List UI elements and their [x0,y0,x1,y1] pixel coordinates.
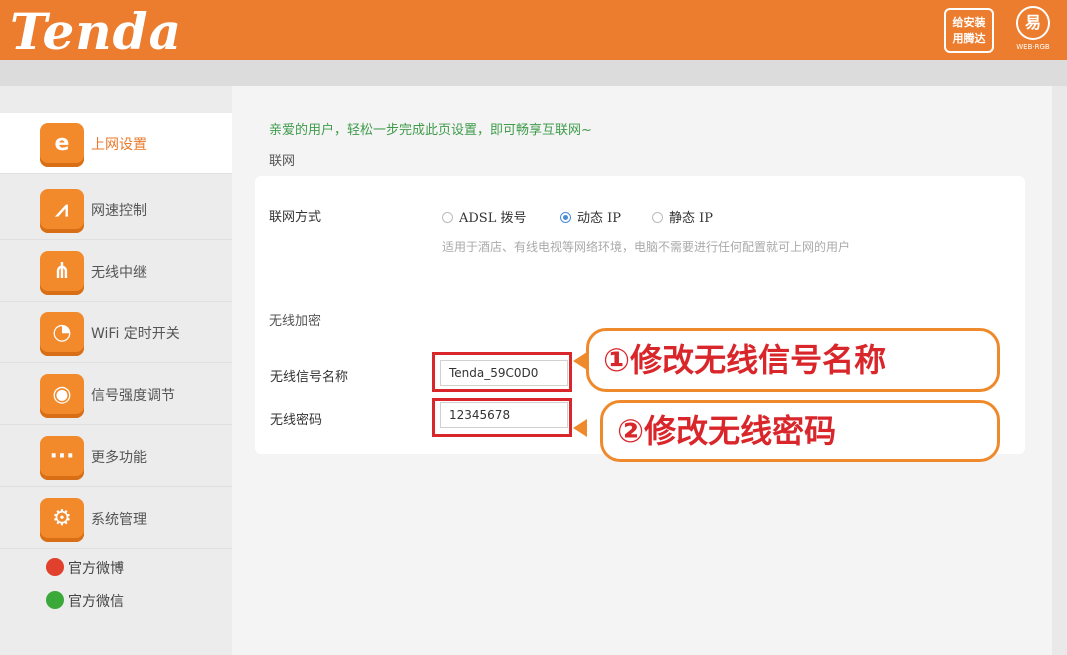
wireless-section-title: 无线加密 [269,314,322,329]
app-badge[interactable]: 给安装 用腾达 [944,8,994,53]
password-callout: ②修改无线密码 [600,400,1000,462]
sidebar-item-label: 系统管理 [91,512,147,528]
sidebar-item-wireless-repeater[interactable]: ⋔ 无线中继 [0,241,232,302]
radio-static-ip[interactable]: 静态 IP [652,207,713,226]
radio-circle [442,212,453,223]
connection-hint: 适用于酒店、有线电视等网络环境，电脑不需要进行任何配置就可上网的用户 [442,240,851,254]
app-badge-line2: 用腾达 [952,32,986,45]
tenda-logo: Tenda [10,2,182,61]
sidebar-item-label: WiFi 定时开关 [91,326,180,342]
sidebar-item-label: 网速控制 [91,203,147,219]
wechat-icon [46,591,64,609]
radio-static-ip-label: 静态 IP [669,211,714,226]
wechat-label: 官方微信 [68,594,124,610]
signal-icon: ◉ [40,374,84,418]
intro-text: 亲爱的用户，轻松一步完成此页设置，即可畅享互联网~ [269,123,592,138]
wechat-link[interactable]: 官方微信 [46,591,124,611]
radio-adsl-label: ADSL 拨号 [459,211,527,226]
sidebar-item-label: 无线中继 [91,265,147,281]
repeater-icon: ⋔ [40,251,84,295]
sidebar-item-wifi-schedule[interactable]: ◔ WiFi 定时开关 [0,302,232,363]
sidebar-item-label: 上网设置 [91,137,147,153]
top-header: Tenda 给安装 用腾达 易 WEB·RGB [0,0,1067,61]
sidebar-item-label: 更多功能 [91,450,147,466]
gear-icon: ⚙ [40,498,84,542]
radio-circle-checked [560,212,571,223]
speed-icon: ⩘ [40,189,84,233]
ssid-highlight-box [432,352,572,392]
weibo-link[interactable]: 官方微博 [46,558,124,578]
brand-mark: 易 [1016,6,1050,40]
radio-dynamic-ip-label: 动态 IP [577,211,622,226]
app-badge-line1: 给安装 [952,16,986,29]
radio-circle [652,212,663,223]
ie-icon: e [40,123,84,167]
radio-adsl[interactable]: ADSL 拨号 [442,207,526,226]
sidebar: e 上网设置 ⩘ 网速控制 ⋔ 无线中继 ◔ WiFi 定时开关 ◉ 信号强度调… [0,86,232,655]
password-highlight-box [432,398,572,437]
header-strip [0,60,1067,86]
sidebar-item-label: 信号强度调节 [91,388,175,404]
ssid-label: 无线信号名称 [270,370,349,385]
brand-badge: 易 WEB·RGB [1006,6,1060,56]
more-icon: ··· [40,436,84,480]
sidebar-item-speed-control[interactable]: ⩘ 网速控制 [0,179,232,240]
sidebar-item-signal-strength[interactable]: ◉ 信号强度调节 [0,364,232,425]
ssid-callout-tail [573,352,587,370]
sidebar-item-more-functions[interactable]: ··· 更多功能 [0,426,232,487]
password-callout-tail [573,419,587,437]
weibo-icon [46,558,64,576]
ssid-callout: ①修改无线信号名称 [586,328,1000,392]
sidebar-item-internet-settings[interactable]: e 上网设置 [0,113,232,174]
timer-icon: ◔ [40,312,84,356]
internet-section-title: 联网 [269,154,296,169]
radio-dynamic-ip[interactable]: 动态 IP [560,207,621,226]
connection-type-label: 联网方式 [269,210,322,225]
brand-small-text: WEB·RGB [1016,43,1050,51]
weibo-label: 官方微博 [68,561,124,577]
sidebar-item-system-management[interactable]: ⚙ 系统管理 [0,488,232,549]
password-label: 无线密码 [270,413,323,428]
